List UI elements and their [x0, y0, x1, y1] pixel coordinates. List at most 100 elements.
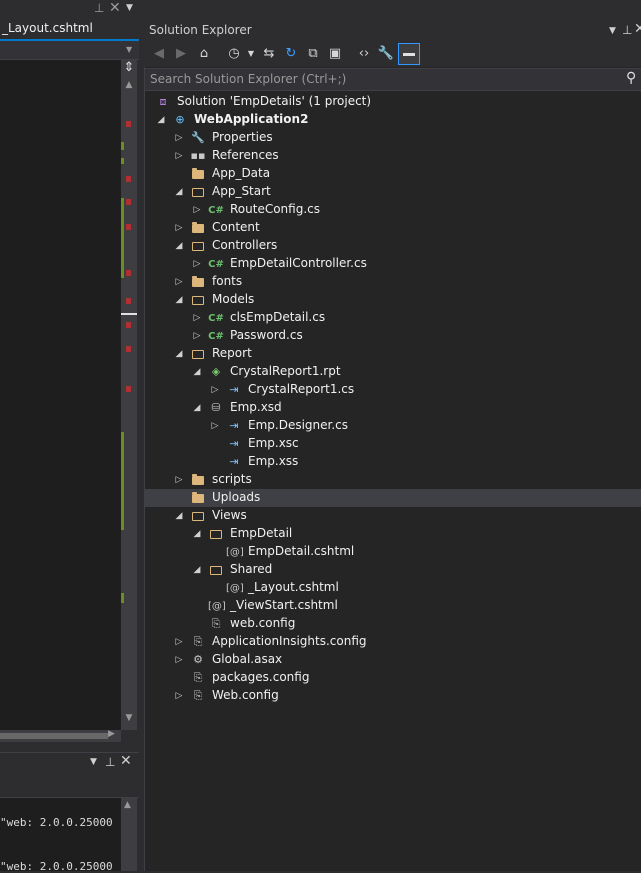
properties-icon[interactable]: 🔧	[377, 45, 395, 63]
expand-arrow-icon[interactable]: ▷	[173, 687, 185, 705]
tree-item[interactable]: ◢ App_Start	[145, 183, 641, 201]
folder-open-icon	[190, 345, 206, 363]
home-icon[interactable]: ⌂	[195, 45, 213, 63]
tree-item[interactable]: Uploads	[145, 489, 641, 507]
tree-item[interactable]: ▷ ⎘ Web.config	[145, 687, 641, 705]
search-input[interactable]	[150, 71, 620, 87]
collapse-all-icon[interactable]: ⧉	[304, 45, 322, 63]
tree-item[interactable]: ⧈ Solution 'EmpDetails' (1 project)	[145, 93, 641, 111]
tree-item[interactable]: ◢ ⛁ Emp.xsd	[145, 399, 641, 417]
scroll-up-icon[interactable]: ▲	[121, 80, 137, 90]
scroll-right-icon[interactable]: ▶	[108, 729, 115, 739]
scroll-down-icon[interactable]: ▼	[121, 713, 137, 723]
tree-item[interactable]: ⇥ Emp.xsc	[145, 435, 641, 453]
tree-item[interactable]: ▷ C# Password.cs	[145, 327, 641, 345]
tree-item[interactable]: [@] EmpDetail.cshtml	[145, 543, 641, 561]
output-dropdown-icon[interactable]: ▼	[90, 757, 97, 767]
tree-item[interactable]: ⎘ web.config	[145, 615, 641, 633]
expand-arrow-icon[interactable]: ▷	[173, 471, 185, 489]
tree-item[interactable]: ◢ Shared	[145, 561, 641, 579]
tree-item[interactable]: [@] _ViewStart.cshtml	[145, 597, 641, 615]
tree-item[interactable]: ⎘ packages.config	[145, 669, 641, 687]
tree-item[interactable]: App_Data	[145, 165, 641, 183]
collapse-arrow-icon[interactable]: ◢	[173, 345, 185, 363]
collapse-arrow-icon[interactable]: ◢	[173, 237, 185, 255]
preview-selected-items-button[interactable]	[398, 43, 420, 65]
expand-arrow-icon[interactable]: ▷	[191, 201, 203, 219]
collapse-arrow-icon[interactable]: ◢	[173, 291, 185, 309]
editor-tab[interactable]: _Layout.cshtml	[0, 19, 139, 41]
code-editor[interactable]	[0, 60, 121, 730]
member-dropdown-icon[interactable]: ▼	[126, 45, 132, 54]
config-file-icon: ⎘	[193, 689, 203, 702]
output-text-area[interactable]: "web: 2.0.0.25000 "web: 2.0.0.25000	[0, 798, 121, 873]
designer-file-icon: ⇥	[229, 383, 239, 396]
expand-arrow-icon[interactable]: ▷	[191, 255, 203, 273]
tree-item[interactable]: ▷ ▪▪ References	[145, 147, 641, 165]
tree-item[interactable]: ▷ fonts	[145, 273, 641, 291]
tree-item[interactable]: ⇥ Emp.xss	[145, 453, 641, 471]
output-close-icon[interactable]: ✕	[120, 753, 132, 769]
expand-arrow-icon[interactable]: ▷	[173, 273, 185, 291]
tree-item[interactable]: ▷ C# EmpDetailController.cs	[145, 255, 641, 273]
tree-item[interactable]: ▷ 🔧 Properties	[145, 129, 641, 147]
collapse-arrow-icon[interactable]: ◢	[155, 111, 167, 129]
tab-pin-icon[interactable]: ⊥	[94, 1, 104, 15]
output-scrollbar[interactable]: ▲	[121, 798, 137, 871]
split-window-icon[interactable]: ⇕	[121, 60, 137, 76]
tree-item[interactable]: ▷ ⎘ ApplicationInsights.config	[145, 633, 641, 651]
output-scroll-up-icon[interactable]: ▲	[124, 800, 131, 810]
tree-item[interactable]: ▷ scripts	[145, 471, 641, 489]
expand-arrow-icon[interactable]: ▷	[191, 327, 203, 345]
tree-item[interactable]: ▷ ⇥ Emp.Designer.cs	[145, 417, 641, 435]
window-position-dropdown-icon[interactable]: ▼	[609, 26, 616, 36]
scrollbar-marker	[121, 142, 124, 150]
expand-arrow-icon[interactable]: ▷	[173, 129, 185, 147]
tree-item[interactable]: ▷ ⇥ CrystalReport1.cs	[145, 381, 641, 399]
tree-item-label: Content	[212, 220, 260, 234]
history-icon[interactable]: ◷	[225, 45, 243, 63]
tree-item[interactable]: ◢ EmpDetail	[145, 525, 641, 543]
forward-icon[interactable]: ▶	[172, 45, 190, 63]
tree-item[interactable]: ◢ Views	[145, 507, 641, 525]
tree-item[interactable]: ▷ C# RouteConfig.cs	[145, 201, 641, 219]
folder-open-icon	[190, 183, 206, 201]
tree-item[interactable]: ◢ ◈ CrystalReport1.rpt	[145, 363, 641, 381]
tree-item[interactable]: ◢ ⊕ WebApplication2	[145, 111, 641, 129]
collapse-arrow-icon[interactable]: ◢	[191, 363, 203, 381]
expand-arrow-icon[interactable]: ▷	[191, 309, 203, 327]
code-view-icon[interactable]: ‹›	[355, 45, 373, 63]
show-all-files-icon[interactable]: ▣	[326, 45, 344, 63]
tree-item[interactable]: ▷ ⚙ Global.asax	[145, 651, 641, 669]
tree-item[interactable]: ◢ Report	[145, 345, 641, 363]
close-icon[interactable]: ✕	[634, 21, 641, 37]
expand-arrow-icon[interactable]: ▷	[209, 381, 221, 399]
expand-arrow-icon[interactable]: ▷	[173, 633, 185, 651]
back-icon[interactable]: ◀	[150, 45, 168, 63]
tab-list-dropdown-icon[interactable]: ▼	[126, 3, 133, 13]
tree-item[interactable]: ▷ C# clsEmpDetail.cs	[145, 309, 641, 327]
solution-explorer-search-box[interactable]	[145, 68, 641, 91]
tree-item[interactable]: ▷ Content	[145, 219, 641, 237]
expand-arrow-icon[interactable]: ▷	[173, 147, 185, 165]
tree-item[interactable]: ◢ Models	[145, 291, 641, 309]
collapse-arrow-icon[interactable]: ◢	[191, 561, 203, 579]
expand-arrow-icon[interactable]: ▷	[209, 417, 221, 435]
collapse-arrow-icon[interactable]: ◢	[173, 183, 185, 201]
tree-item[interactable]: ◢ Controllers	[145, 237, 641, 255]
history-dropdown-icon[interactable]: ▼	[242, 45, 260, 63]
search-icon[interactable]: ⚲	[626, 70, 636, 86]
collapse-arrow-icon[interactable]: ◢	[191, 525, 203, 543]
expand-arrow-icon[interactable]: ▷	[173, 219, 185, 237]
refresh-icon[interactable]: ↻	[282, 45, 300, 63]
horizontal-scroll-thumb[interactable]	[0, 733, 108, 739]
editor-navigation-bar[interactable]: ▼	[0, 41, 139, 60]
tree-item[interactable]: [@] _Layout.cshtml	[145, 579, 641, 597]
output-pin-icon[interactable]: ⊥	[105, 755, 115, 769]
sync-icon[interactable]: ⇆	[260, 45, 278, 63]
auto-hide-pin-icon[interactable]: ⊥	[622, 23, 632, 37]
tab-close-icon[interactable]: ✕	[109, 0, 121, 16]
collapse-arrow-icon[interactable]: ◢	[191, 399, 203, 417]
expand-arrow-icon[interactable]: ▷	[173, 651, 185, 669]
collapse-arrow-icon[interactable]: ◢	[173, 507, 185, 525]
